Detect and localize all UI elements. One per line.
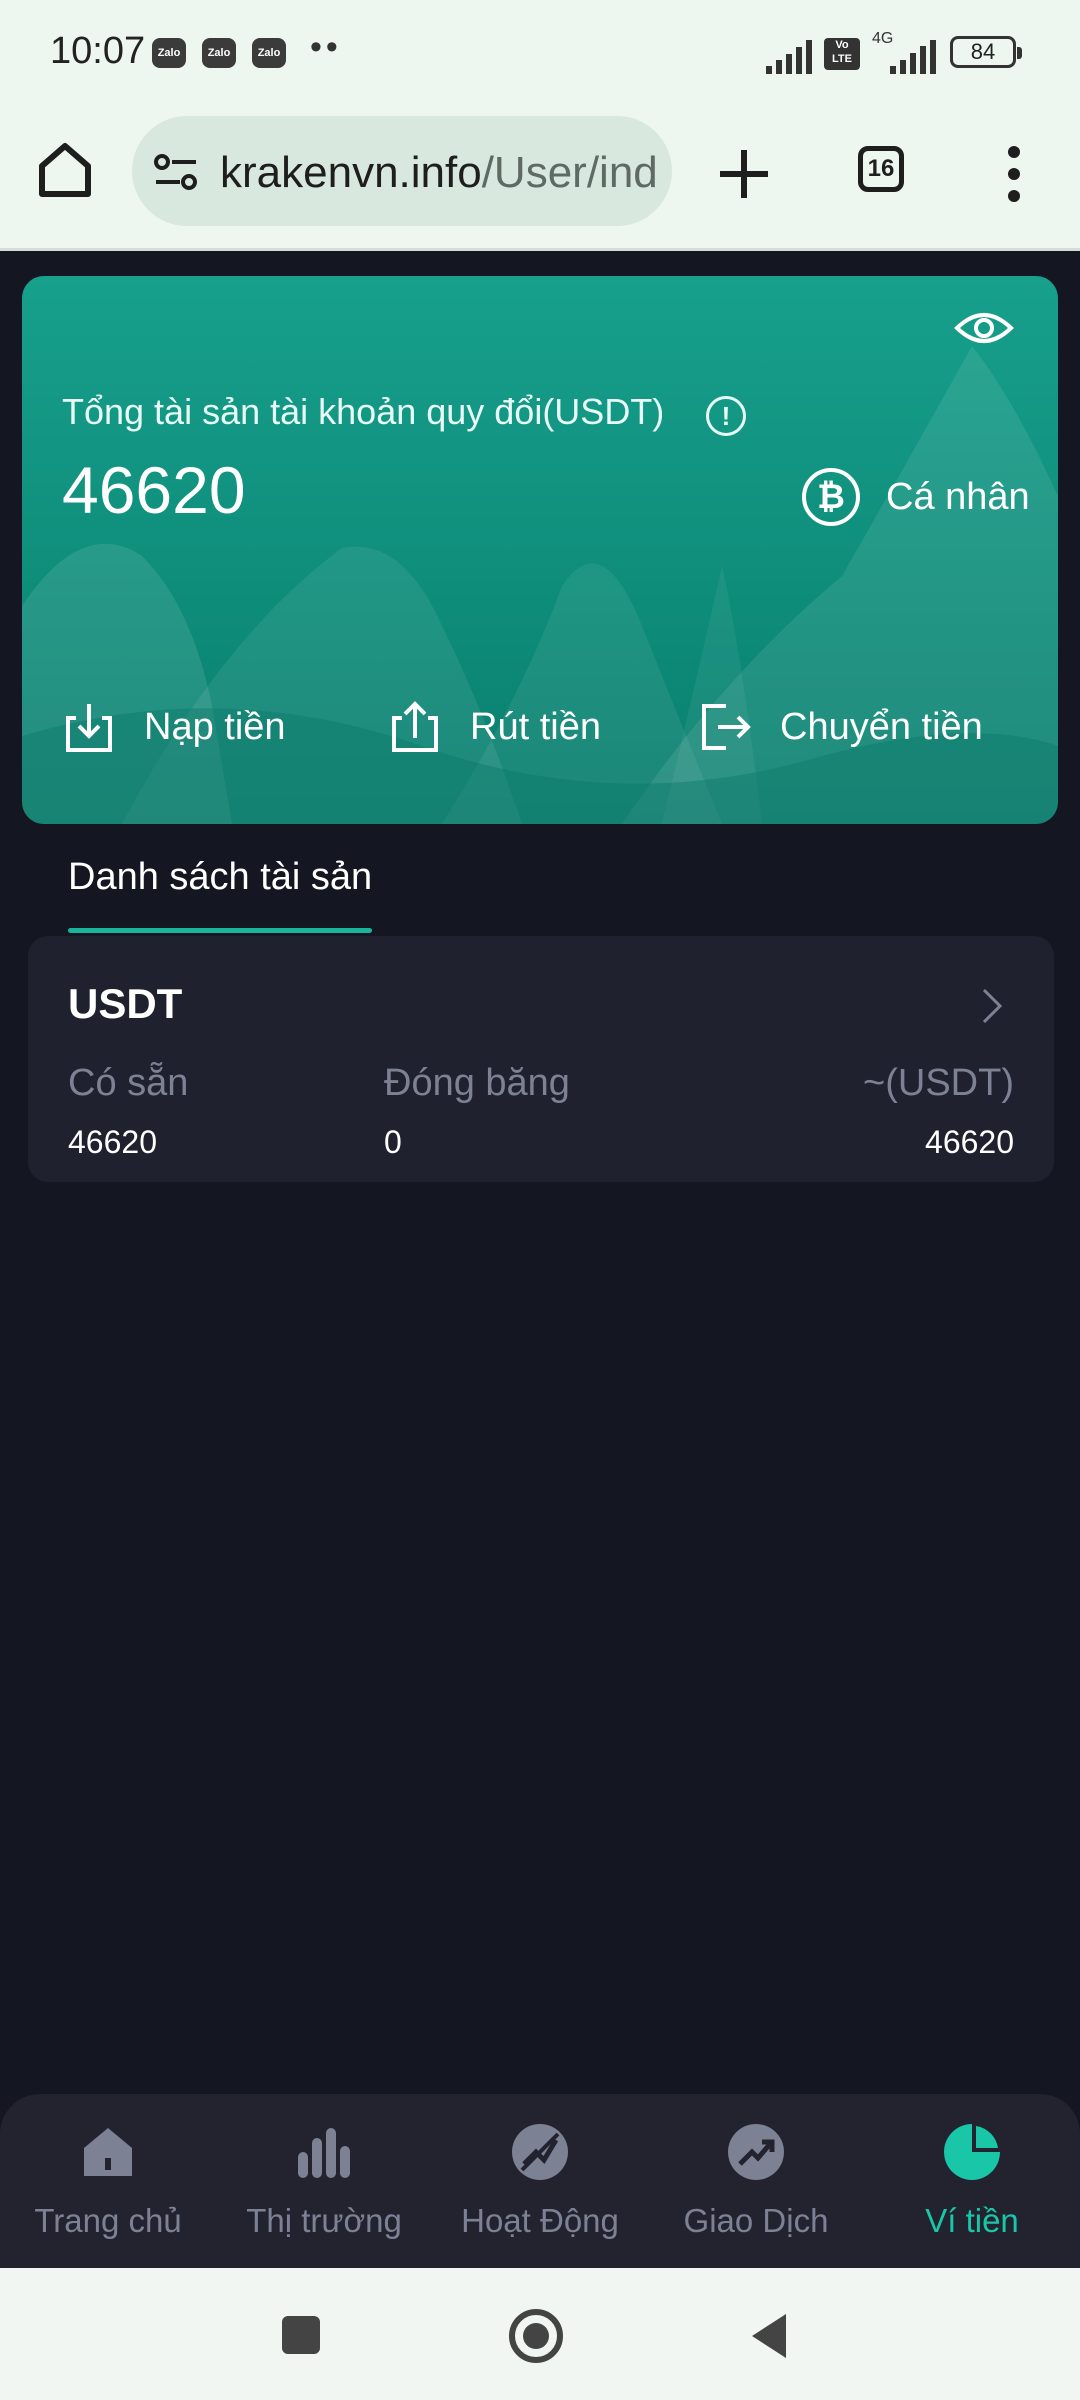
nav-label-wallet: Ví tiền [925,2202,1019,2239]
nav-label-market: Thị trường [246,2202,402,2239]
url-path: /User/ind [481,148,658,197]
nav-label-activity: Hoạt Động [461,2202,619,2239]
nav-label-trade: Giao Dịch [683,2202,829,2239]
back-icon[interactable] [748,2312,790,2360]
market-bars-icon [298,2128,350,2178]
deposit-label: Nạp tiền [144,706,286,748]
bitcoin-icon: ₿ [802,468,860,526]
wallet-pie-icon [944,2124,1000,2180]
available-value: 46620 [68,1124,157,1160]
volte-icon: Vo LTE [824,38,860,70]
balance-card: Tổng tài sản tài khoản quy đổi(USDT) ! 4… [22,276,1058,824]
signal-icon [766,40,812,74]
frozen-value: 0 [384,1124,402,1160]
transfer-label: Chuyển tiền [780,706,983,748]
status-time: 10:07 [50,30,146,72]
frozen-label: Đóng băng [384,1062,570,1104]
url-host: krakenvn.info [220,148,482,197]
eye-icon[interactable] [954,308,1014,348]
new-tab-plus-icon[interactable] [716,146,772,202]
signal-4g-icon [890,40,936,74]
account-type-label: Cá nhân [886,476,1030,518]
zalo-notification-icon: Zalo [252,38,286,68]
nav-item-market[interactable]: Thị trường [224,2110,424,2260]
more-notifications-icon: •• [310,28,342,66]
nav-item-activity[interactable]: Hoạt Động [440,2110,640,2260]
battery-indicator: 84 [950,36,1022,68]
available-label: Có sẵn [68,1062,189,1104]
deposit-icon [66,704,112,752]
total-assets-amount: 46620 [62,453,246,527]
trade-trend-icon [728,2124,784,2180]
recent-apps-icon[interactable] [282,2316,320,2354]
tab-switcher-button[interactable]: 16 [858,146,904,192]
asset-row-usdt[interactable]: USDT Có sẵn Đóng băng ~(USDT) 46620 0 46… [28,936,1054,1182]
nav-item-wallet[interactable]: Ví tiền [872,2110,1072,2260]
nav-label-home: Trang chủ [34,2202,182,2239]
browser-toolbar: krakenvn.info/User/ind 16 [0,108,1080,251]
kebab-menu-icon[interactable] [1000,144,1028,204]
system-navigation-bar [0,2268,1080,2400]
site-settings-icon[interactable] [154,152,198,192]
home-icon [84,2128,132,2176]
status-bar: 10:07 Zalo Zalo Zalo •• Vo LTE 4G 84 [0,0,1080,108]
total-assets-label: Tổng tài sản tài khoản quy đổi(USDT) [62,391,665,432]
tab-asset-list[interactable]: Danh sách tài sản [68,856,372,899]
asset-name: USDT [68,980,183,1027]
activity-icon [512,2124,568,2180]
withdraw-label: Rút tiền [470,706,601,748]
nav-item-trade[interactable]: Giao Dịch [656,2110,856,2260]
converted-value: 46620 [925,1124,1014,1160]
system-home-icon[interactable] [508,2308,564,2364]
zalo-notification-icon: Zalo [152,38,186,68]
transfer-icon [702,704,751,750]
tab-active-indicator [68,928,372,933]
info-icon[interactable]: ! [706,396,746,436]
bottom-navigation: Trang chủ Thị trường Hoạt Động Giao Dịch [0,2094,1080,2268]
converted-label: ~(USDT) [863,1062,1014,1104]
withdraw-icon [392,701,438,752]
zalo-notification-icon: Zalo [202,38,236,68]
nav-item-home[interactable]: Trang chủ [8,2110,208,2260]
home-icon[interactable] [34,138,96,200]
address-bar[interactable]: krakenvn.info/User/ind [132,116,672,226]
url-text[interactable]: krakenvn.info/User/ind [220,148,660,198]
chevron-right-icon[interactable] [976,984,1006,1028]
